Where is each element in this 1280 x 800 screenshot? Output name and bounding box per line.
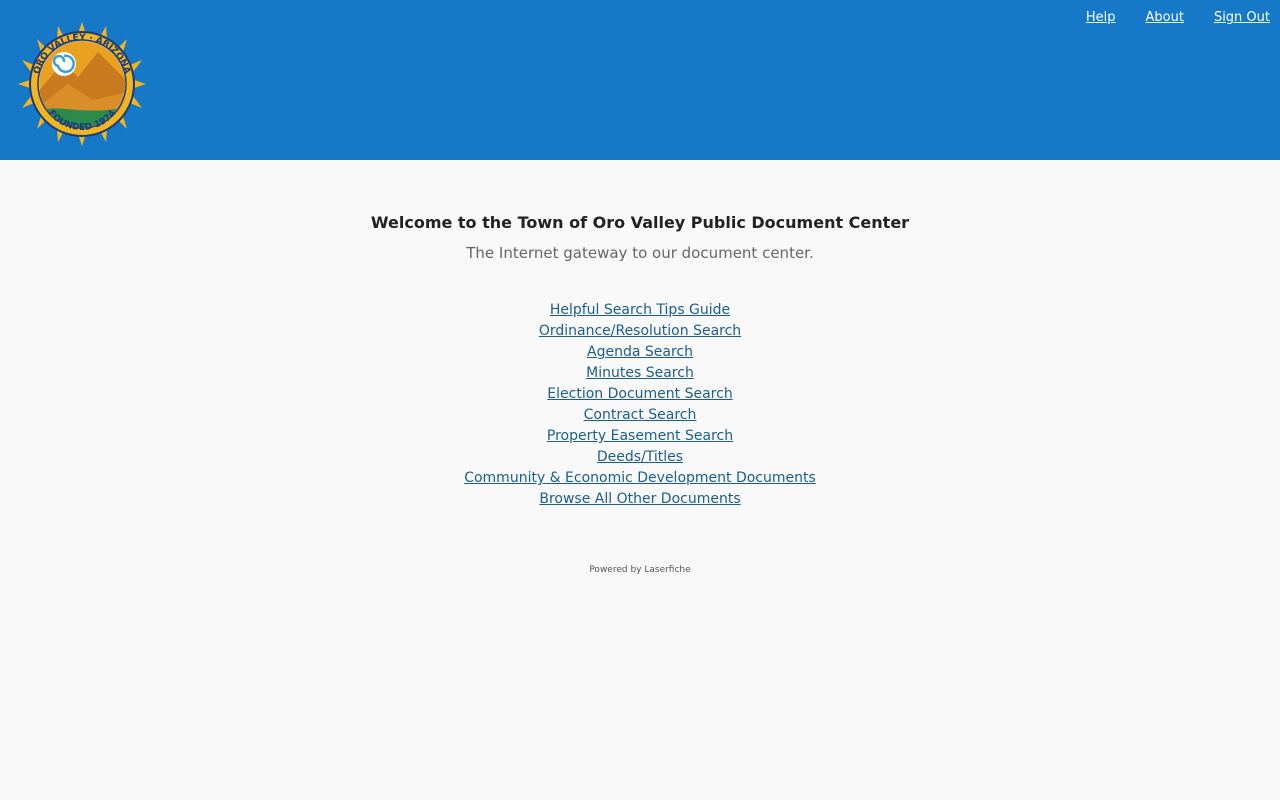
list-item: Ordinance/Resolution Search <box>0 321 1280 342</box>
deeds-titles-link[interactable]: Deeds/Titles <box>597 449 683 465</box>
search-links-list: Helpful Search Tips Guide Ordinance/Reso… <box>0 300 1280 510</box>
list-item: Agenda Search <box>0 342 1280 363</box>
site-header: ORO VALLEY · ARIZONA FOUNDED 1974 Help A… <box>0 0 1280 160</box>
list-item: Minutes Search <box>0 363 1280 384</box>
list-item: Deeds/Titles <box>0 447 1280 468</box>
list-item: Community & Economic Development Documen… <box>0 468 1280 489</box>
town-seal-icon[interactable]: ORO VALLEY · ARIZONA FOUNDED 1974 <box>18 22 146 146</box>
sign-out-link[interactable]: Sign Out <box>1214 9 1270 27</box>
contract-search-link[interactable]: Contract Search <box>584 407 697 423</box>
list-item: Property Easement Search <box>0 426 1280 447</box>
ordinance-search-link[interactable]: Ordinance/Resolution Search <box>539 323 741 339</box>
agenda-search-link[interactable]: Agenda Search <box>587 344 693 360</box>
community-development-link[interactable]: Community & Economic Development Documen… <box>464 470 816 486</box>
list-item: Helpful Search Tips Guide <box>0 300 1280 321</box>
main-content: Welcome to the Town of Oro Valley Public… <box>0 213 1280 575</box>
top-nav: Help About Sign Out <box>1056 9 1270 27</box>
search-tips-link[interactable]: Helpful Search Tips Guide <box>550 302 730 318</box>
browse-all-link[interactable]: Browse All Other Documents <box>539 491 740 507</box>
list-item: Election Document Search <box>0 384 1280 405</box>
about-link[interactable]: About <box>1146 9 1184 27</box>
help-link[interactable]: Help <box>1086 9 1116 27</box>
page-tagline: The Internet gateway to our document cen… <box>466 244 814 262</box>
page-title: Welcome to the Town of Oro Valley Public… <box>370 213 910 232</box>
minutes-search-link[interactable]: Minutes Search <box>586 365 694 381</box>
easement-search-link[interactable]: Property Easement Search <box>547 428 733 444</box>
list-item: Browse All Other Documents <box>0 489 1280 510</box>
list-item: Contract Search <box>0 405 1280 426</box>
powered-by: Powered by Laserfiche <box>589 565 691 575</box>
election-search-link[interactable]: Election Document Search <box>547 386 732 402</box>
